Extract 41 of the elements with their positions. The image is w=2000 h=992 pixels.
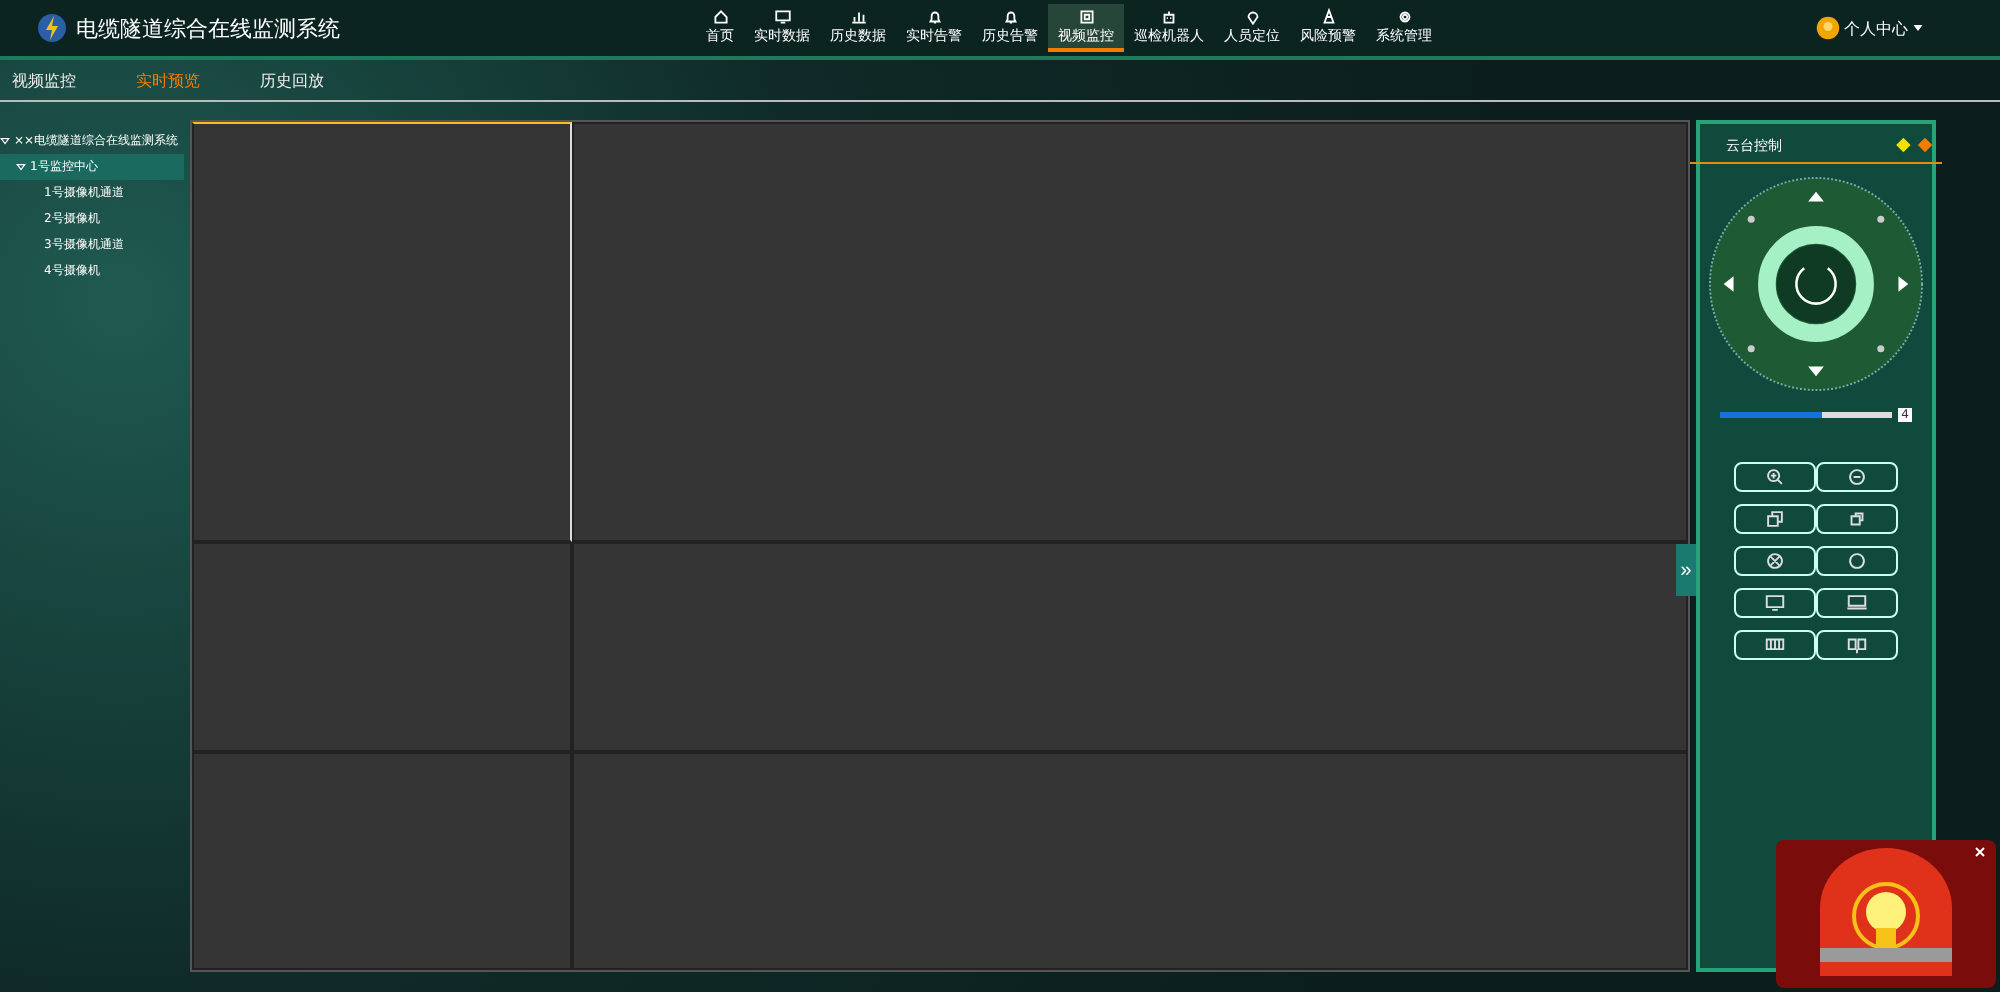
ptz-button[interactable]	[1734, 504, 1816, 534]
ptz-button[interactable]	[1816, 504, 1898, 534]
gear-icon	[1395, 8, 1413, 26]
bell-icon	[925, 8, 943, 26]
monitor-icon	[773, 8, 791, 26]
lightning-logo-icon	[36, 12, 68, 44]
caret-icon[interactable]	[16, 162, 26, 172]
ptz-button[interactable]	[1816, 546, 1898, 576]
app-title: 电缆隧道综合在线监测系统	[76, 13, 340, 43]
bell-icon	[1001, 8, 1019, 26]
cone-icon	[1319, 8, 1337, 26]
ptz-button[interactable]	[1734, 546, 1816, 576]
caret-icon	[1912, 22, 1924, 34]
home-icon	[711, 8, 729, 26]
speed-slider[interactable]	[1719, 412, 1892, 418]
monitor-icon	[1764, 592, 1786, 614]
squares-icon	[1846, 508, 1868, 530]
ptz-button[interactable]	[1816, 588, 1898, 618]
sub-tab[interactable]: 视频监控	[12, 69, 76, 91]
expand-handle[interactable]: »	[1676, 544, 1696, 596]
pin-icon	[1243, 8, 1261, 26]
ptz-button[interactable]	[1734, 630, 1816, 660]
ptz-button[interactable]	[1816, 630, 1898, 660]
grid-icon	[1764, 634, 1786, 656]
zoom-out-icon	[1846, 466, 1868, 488]
sub-tab[interactable]: 实时预览	[136, 69, 200, 91]
sub-tab[interactable]: 历史回放	[260, 69, 324, 91]
ptz-button[interactable]	[1734, 462, 1816, 492]
robot-icon	[1160, 8, 1178, 26]
caret-icon[interactable]	[0, 136, 10, 146]
ptz-button[interactable]	[1734, 588, 1816, 618]
user-menu[interactable]: 个人中心	[1844, 17, 1908, 39]
avatar-icon	[1816, 16, 1840, 40]
laptop-icon	[1846, 592, 1868, 614]
zoom-in-icon	[1764, 466, 1786, 488]
diamonds-icon	[1894, 136, 1938, 154]
squares-icon	[1764, 508, 1786, 530]
direction-pad[interactable]	[1708, 176, 1924, 392]
ptz-button[interactable]	[1816, 462, 1898, 492]
bar-chart-icon	[849, 8, 867, 26]
book-icon	[1846, 634, 1868, 656]
